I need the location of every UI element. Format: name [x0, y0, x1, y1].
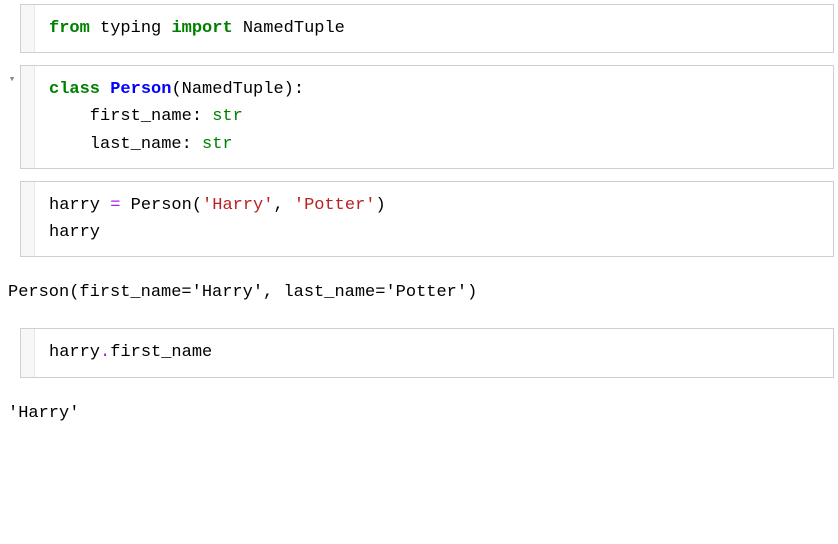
- code-cell: from typing import NamedTuple: [4, 4, 834, 53]
- cell-gutter: [4, 328, 20, 377]
- call-open: Person(: [120, 196, 202, 215]
- cell-gutter: [4, 4, 20, 53]
- call-close: ): [376, 196, 386, 215]
- keyword-import: import: [171, 19, 232, 38]
- expression: harry: [49, 223, 100, 242]
- prompt-gutter: [21, 182, 35, 256]
- prompt-gutter: [21, 329, 35, 376]
- cell-gutter[interactable]: ▾: [4, 65, 20, 169]
- attribute-name: first_name: [110, 343, 212, 362]
- class-bases: (NamedTuple):: [171, 80, 304, 99]
- code-cell: harry = Person('Harry', 'Potter') harry: [4, 181, 834, 257]
- imported-name: NamedTuple: [233, 19, 345, 38]
- code-editor[interactable]: from typing import NamedTuple: [35, 5, 833, 52]
- space: [100, 80, 110, 99]
- operator-dot: .: [100, 343, 110, 362]
- cell-input-container: from typing import NamedTuple: [20, 4, 834, 53]
- operator-equals: =: [110, 196, 120, 215]
- field-decl: last_name:: [49, 135, 202, 154]
- type-annotation: str: [212, 107, 243, 126]
- code-editor[interactable]: harry.first_name: [35, 329, 833, 376]
- code-editor[interactable]: class Person(NamedTuple): first_name: st…: [35, 66, 833, 168]
- cell-gutter: [4, 181, 20, 257]
- cell-output: 'Harry': [4, 390, 834, 437]
- prompt-gutter: [21, 66, 35, 168]
- cell-output: Person(first_name='Harry', last_name='Po…: [4, 269, 834, 316]
- string-literal: 'Harry': [202, 196, 273, 215]
- prompt-gutter: [21, 5, 35, 52]
- cell-input-container: class Person(NamedTuple): first_name: st…: [20, 65, 834, 169]
- cell-input-container: harry = Person('Harry', 'Potter') harry: [20, 181, 834, 257]
- field-decl: first_name:: [49, 107, 212, 126]
- module-name: typing: [90, 19, 172, 38]
- keyword-from: from: [49, 19, 90, 38]
- cell-input-container: harry.first_name: [20, 328, 834, 377]
- comma-sep: ,: [273, 196, 293, 215]
- output-text: Person(first_name='Harry', last_name='Po…: [8, 283, 477, 302]
- code-cell: ▾ class Person(NamedTuple): first_name: …: [4, 65, 834, 169]
- variable-name: harry: [49, 343, 100, 362]
- keyword-class: class: [49, 80, 100, 99]
- variable-name: harry: [49, 196, 110, 215]
- code-editor[interactable]: harry = Person('Harry', 'Potter') harry: [35, 182, 833, 256]
- class-name: Person: [110, 80, 171, 99]
- string-literal: 'Potter': [294, 196, 376, 215]
- type-annotation: str: [202, 135, 233, 154]
- collapse-arrow-icon[interactable]: ▾: [9, 75, 16, 86]
- code-cell: harry.first_name: [4, 328, 834, 377]
- output-text: 'Harry': [8, 404, 79, 423]
